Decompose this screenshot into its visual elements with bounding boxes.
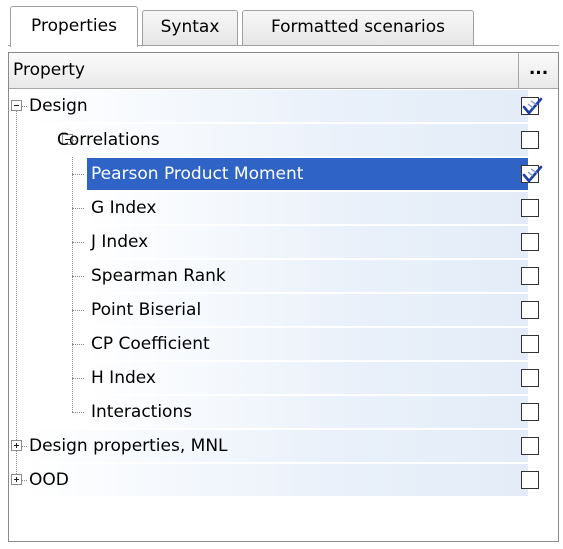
tab-syntax[interactable]: Syntax: [142, 10, 238, 45]
row-checkbox[interactable]: [521, 131, 539, 149]
tree-connector: [72, 208, 84, 209]
row-checkbox[interactable]: [521, 301, 539, 319]
tree-row[interactable]: CP Coefficient: [9, 327, 558, 361]
tree-row[interactable]: J Index: [9, 225, 558, 259]
row-checkbox[interactable]: [521, 165, 543, 183]
row-background: [87, 226, 528, 258]
tree-row-label: Design properties, MNL: [29, 436, 228, 456]
tab-formatted-scenarios[interactable]: Formatted scenarios: [242, 10, 474, 45]
tree-row[interactable]: Interactions: [9, 395, 558, 429]
row-checkbox[interactable]: [521, 335, 539, 353]
tree-row-label: OOD: [29, 470, 69, 490]
row-background: [25, 90, 528, 122]
tree-row-label: Spearman Rank: [91, 266, 226, 286]
row-checkbox[interactable]: [521, 403, 539, 421]
row-checkbox[interactable]: [521, 437, 539, 455]
tree-row-label: Pearson Product Moment: [91, 164, 304, 184]
row-checkbox[interactable]: [521, 199, 539, 217]
tree-connector: [22, 446, 27, 447]
tree-connector: [72, 242, 84, 243]
tree-row-label: Design: [29, 96, 88, 116]
tree-row[interactable]: OOD: [9, 463, 558, 497]
ellipsis-button[interactable]: ...: [519, 53, 558, 88]
tree-connector: [22, 480, 27, 481]
expand-icon[interactable]: [11, 474, 22, 485]
tree-connector: [72, 310, 84, 311]
tree-row-label: Correlations: [57, 130, 160, 150]
tree-row[interactable]: H Index: [9, 361, 558, 395]
tree-row-label: J Index: [91, 232, 149, 252]
tree-row-label: CP Coefficient: [91, 334, 210, 354]
tree-connector: [72, 276, 84, 277]
tree-row[interactable]: Spearman Rank: [9, 259, 558, 293]
tree-row[interactable]: Point Biserial: [9, 293, 558, 327]
row-background: [25, 464, 528, 496]
tree-connector: [72, 378, 84, 379]
property-column-header[interactable]: Property: [9, 53, 519, 88]
grid-header: Property ...: [9, 53, 558, 89]
tree-row-label: Point Biserial: [91, 300, 202, 320]
row-checkbox[interactable]: [521, 369, 539, 387]
tab-strip: Syntax Formatted scenarios Properties: [0, 0, 563, 47]
row-checkbox[interactable]: [521, 267, 539, 285]
tree-row-label: Interactions: [91, 402, 193, 422]
property-grid: Property ... Design Correlations Pearson P…: [8, 52, 559, 542]
properties-panel: Syntax Formatted scenarios Properties Pr…: [0, 0, 563, 549]
checkmark-icon: [522, 97, 543, 115]
tree-connector: [72, 412, 84, 413]
row-checkbox[interactable]: [521, 97, 543, 115]
tree-row[interactable]: Design properties, MNL: [9, 429, 558, 463]
tree-row-label: H Index: [91, 368, 156, 388]
row-checkbox[interactable]: [521, 471, 539, 489]
tree-row[interactable]: G Index: [9, 191, 558, 225]
tree-connector: [72, 174, 84, 175]
tree-row-label: G Index: [91, 198, 157, 218]
checkmark-icon: [522, 165, 543, 183]
tree-connector: [72, 344, 84, 345]
tree-connector: [22, 106, 27, 107]
tree-row[interactable]: Correlations: [9, 123, 558, 157]
tab-properties[interactable]: Properties: [10, 6, 138, 47]
tree-row[interactable]: Design: [9, 89, 558, 123]
tree-row[interactable]: Pearson Product Moment: [9, 157, 558, 191]
collapse-icon[interactable]: [11, 100, 22, 111]
row-checkbox[interactable]: [521, 233, 539, 251]
expand-icon[interactable]: [11, 440, 22, 451]
